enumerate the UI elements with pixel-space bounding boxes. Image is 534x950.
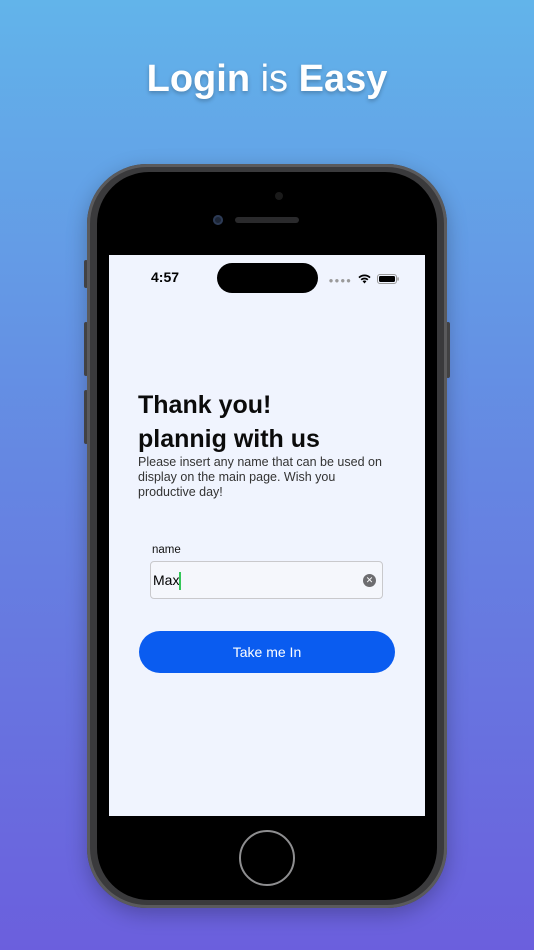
status-icons: ●●●● <box>329 271 399 289</box>
battery-icon <box>377 271 399 289</box>
promo-title: Login is Easy <box>0 58 534 101</box>
name-field-label: name <box>152 544 181 556</box>
clear-circle-icon[interactable]: ✕ <box>363 574 376 587</box>
text-caret <box>179 572 181 590</box>
description-text: Please insert any name that can be used … <box>138 455 382 499</box>
cellular-dots-icon: ●●●● <box>328 275 352 285</box>
wifi-icon <box>358 271 371 289</box>
status-time: 4:57 <box>151 269 180 285</box>
promo-word-is: is <box>260 58 289 100</box>
page-title: Thank you! plannig with us <box>138 391 320 453</box>
promo-word-easy: Easy <box>298 58 388 100</box>
name-input[interactable] <box>151 562 382 598</box>
dynamic-island <box>217 263 318 293</box>
app-screen: 4:57 ●●●● Thank you! plannig with us Ple… <box>109 255 425 816</box>
take-me-in-button[interactable]: Take me In <box>139 631 395 673</box>
front-camera-icon <box>275 192 283 200</box>
earpiece-speaker <box>235 217 299 223</box>
promo-word-login: Login <box>146 58 251 100</box>
sensor-icon <box>213 215 223 225</box>
name-field: ✕ <box>150 561 383 599</box>
home-button[interactable] <box>239 830 295 886</box>
